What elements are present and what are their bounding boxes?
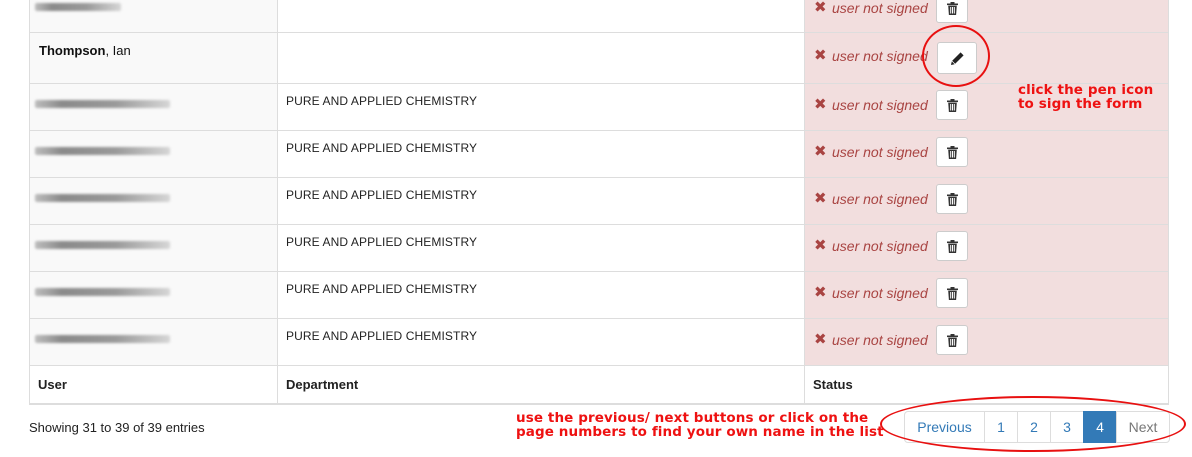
table-row: PURE AND APPLIED CHEMISTRY ✖ user not sign… <box>29 271 1169 319</box>
table-row: PURE AND APPLIED CHEMISTRY ✖ user not sign… <box>29 318 1169 366</box>
user-cell <box>29 177 278 225</box>
department-cell <box>277 32 805 84</box>
x-mark-icon: ✖ <box>814 284 827 301</box>
table-row: PURE AND APPLIED CHEMISTRY ✖ user not sign… <box>29 83 1169 131</box>
user-name: Thompson, Ian <box>30 33 277 58</box>
department-name: PURE AND APPLIED CHEMISTRY <box>286 282 478 296</box>
trash-icon <box>946 1 958 15</box>
pager-highlight-ellipse <box>880 396 1186 452</box>
pen-highlight-circle <box>922 25 990 87</box>
redacted-user-name <box>35 3 121 11</box>
status-text: user not signed <box>832 191 928 207</box>
department-cell: PURE AND APPLIED CHEMISTRY <box>277 224 805 272</box>
status: ✖ user not signed <box>814 0 928 16</box>
redacted-user-name <box>35 288 170 296</box>
status-text: user not signed <box>832 144 928 160</box>
trash-icon <box>946 98 958 112</box>
status: ✖ user not signed <box>814 191 928 207</box>
pen-instruction-note: click the pen icon to sign the form <box>1018 83 1153 111</box>
x-mark-icon: ✖ <box>814 143 827 160</box>
status-cell: ✖ user not signed <box>804 177 1169 225</box>
department-name: PURE AND APPLIED CHEMISTRY <box>286 141 478 155</box>
status-text: user not signed <box>832 0 928 16</box>
status: ✖ user not signed <box>814 48 928 64</box>
delete-button[interactable] <box>936 137 968 167</box>
delete-button[interactable] <box>936 184 968 214</box>
x-mark-icon: ✖ <box>814 47 827 64</box>
department-cell: PURE AND APPLIED CHEMISTRY <box>277 130 805 178</box>
department-cell: PURE AND APPLIED CHEMISTRY <box>277 83 805 131</box>
department-name: PURE AND APPLIED CHEMISTRY <box>286 188 478 202</box>
pager-note-line-1: use the previous/ next buttons or click … <box>516 410 869 426</box>
redacted-user-name <box>35 241 170 249</box>
trash-icon <box>946 333 958 347</box>
status: ✖ user not signed <box>814 238 928 254</box>
status: ✖ user not signed <box>814 144 928 160</box>
department-name: PURE AND APPLIED CHEMISTRY <box>286 235 478 249</box>
trash-icon <box>946 192 958 206</box>
redacted-user-name <box>35 194 170 202</box>
user-surname: Thompson <box>39 43 106 58</box>
status-text: user not signed <box>832 97 928 113</box>
column-header-user[interactable]: User <box>29 365 278 405</box>
trash-icon <box>946 286 958 300</box>
table-row: PURE AND APPLIED CHEMISTRY ✖ user not sign… <box>29 177 1169 225</box>
status-text: user not signed <box>832 332 928 348</box>
x-mark-icon: ✖ <box>814 237 827 254</box>
user-cell <box>29 130 278 178</box>
pager-note-line-2: page numbers to find your own name in th… <box>516 424 884 440</box>
trash-icon <box>946 239 958 253</box>
redacted-user-name <box>35 335 170 343</box>
delete-button[interactable] <box>936 90 968 120</box>
table-row: Thompson, Ian ✖ user not signed <box>29 32 1169 84</box>
user-cell <box>29 83 278 131</box>
user-cell <box>29 271 278 319</box>
table-row: PURE AND APPLIED CHEMISTRY ✖ user not sign… <box>29 0 1169 33</box>
user-cell <box>29 318 278 366</box>
x-mark-icon: ✖ <box>814 331 827 348</box>
table-row: PURE AND APPLIED CHEMISTRY ✖ user not sign… <box>29 224 1169 272</box>
status-cell: ✖ user not signed <box>804 318 1169 366</box>
delete-button[interactable] <box>936 278 968 308</box>
status-cell: ✖ user not signed <box>804 224 1169 272</box>
user-cell <box>29 0 278 33</box>
delete-button[interactable] <box>936 325 968 355</box>
department-cell: PURE AND APPLIED CHEMISTRY <box>277 0 805 33</box>
delete-button[interactable] <box>936 0 968 23</box>
status-text: user not signed <box>832 48 928 64</box>
pen-note-line-2: to sign the form <box>1018 96 1143 112</box>
status-cell: ✖ user not signed <box>804 0 1169 33</box>
status: ✖ user not signed <box>814 285 928 301</box>
page: PURE AND APPLIED CHEMISTRY ✖ user not sign… <box>0 0 1192 457</box>
delete-button[interactable] <box>936 231 968 261</box>
department-cell: PURE AND APPLIED CHEMISTRY <box>277 318 805 366</box>
table-row: PURE AND APPLIED CHEMISTRY ✖ user not sign… <box>29 130 1169 178</box>
table-body: PURE AND APPLIED CHEMISTRY ✖ user not sign… <box>29 0 1169 366</box>
user-cell <box>29 224 278 272</box>
status: ✖ user not signed <box>814 332 928 348</box>
department-name <box>278 33 804 43</box>
table-info: Showing 31 to 39 of 39 entries <box>29 420 205 435</box>
status-cell: ✖ user not signed <box>804 130 1169 178</box>
user-cell: Thompson, Ian <box>29 32 278 84</box>
department-name: PURE AND APPLIED CHEMISTRY <box>286 329 478 343</box>
x-mark-icon: ✖ <box>814 190 827 207</box>
status-text: user not signed <box>832 238 928 254</box>
status-cell: ✖ user not signed <box>804 271 1169 319</box>
trash-icon <box>946 145 958 159</box>
department-cell: PURE AND APPLIED CHEMISTRY <box>277 271 805 319</box>
column-header-department[interactable]: Department <box>277 365 805 405</box>
user-given-name: , Ian <box>105 43 131 58</box>
department-name: PURE AND APPLIED CHEMISTRY <box>286 94 478 108</box>
x-mark-icon: ✖ <box>814 96 827 113</box>
x-mark-icon: ✖ <box>814 0 827 16</box>
redacted-user-name <box>35 100 170 108</box>
department-cell: PURE AND APPLIED CHEMISTRY <box>277 177 805 225</box>
redacted-user-name <box>35 147 170 155</box>
pager-instruction-note: use the previous/ next buttons or click … <box>516 411 884 439</box>
status-text: user not signed <box>832 285 928 301</box>
status: ✖ user not signed <box>814 97 928 113</box>
users-table: PURE AND APPLIED CHEMISTRY ✖ user not sign… <box>29 0 1169 405</box>
pen-note-line-1: click the pen icon <box>1018 82 1154 98</box>
